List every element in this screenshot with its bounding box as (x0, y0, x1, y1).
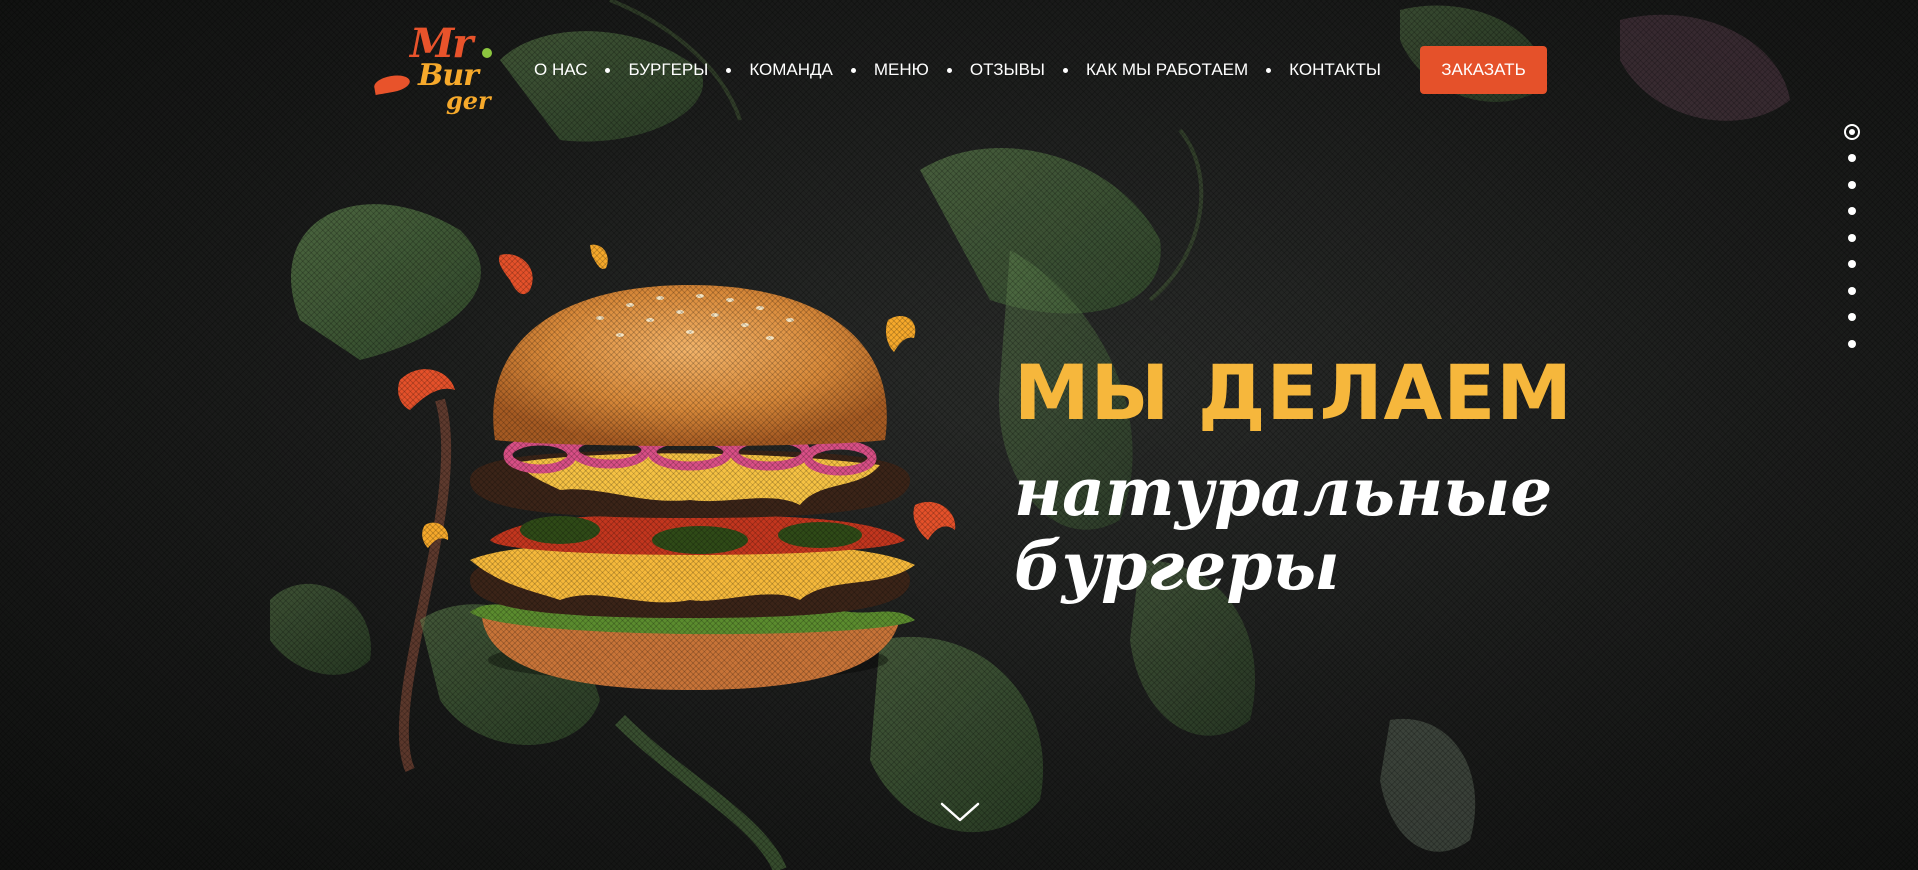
pager-dot-6[interactable] (1848, 260, 1856, 268)
pager-dot-2[interactable] (1848, 154, 1856, 162)
pager-dot-4[interactable] (1848, 207, 1856, 215)
nav-separator (946, 67, 952, 73)
logo-splash (372, 72, 412, 96)
section-pagination (1842, 124, 1862, 366)
main-nav: О НАС БУРГЕРЫ КОМАНДА МЕНЮ ОТЗЫВЫ КАК МЫ… (534, 46, 1381, 94)
hero-subtitle-line1: натуральные (1014, 453, 1553, 531)
nav-item-about[interactable]: О НАС (534, 60, 587, 80)
burger-image (470, 285, 915, 690)
scroll-down-button[interactable] (938, 796, 982, 826)
pager-dot-9[interactable] (1848, 339, 1856, 348)
nav-item-contacts[interactable]: КОНТАКТЫ (1289, 60, 1381, 80)
pager-dot-3[interactable] (1848, 180, 1856, 189)
hero-subtitle-line2: бургеры (1014, 527, 1340, 605)
logo-text-line3: ger (446, 86, 491, 115)
pager-dot-5[interactable] (1848, 233, 1856, 242)
nav-separator (605, 67, 611, 73)
nav-separator (1062, 67, 1068, 73)
nav-item-how-we-work[interactable]: КАК МЫ РАБОТАЕМ (1086, 60, 1248, 80)
order-button[interactable]: ЗАКАЗАТЬ (1420, 46, 1547, 94)
nav-item-burgers[interactable]: БУРГЕРЫ (628, 60, 708, 80)
logo-dot (482, 48, 492, 58)
nav-item-menu[interactable]: МЕНЮ (874, 60, 929, 80)
chevron-down-icon (940, 802, 980, 822)
nav-item-team[interactable]: КОМАНДА (749, 60, 833, 80)
nav-separator (850, 67, 856, 73)
brand-logo[interactable]: Mr Bur ger (368, 18, 498, 118)
pager-dot-1[interactable] (1844, 124, 1860, 140)
hero-title: МЫ ДЕЛАЕМ (1014, 348, 1573, 437)
nav-separator (1266, 67, 1272, 73)
pager-dot-8[interactable] (1848, 313, 1856, 321)
pager-dot-7[interactable] (1848, 286, 1856, 295)
nav-item-reviews[interactable]: ОТЗЫВЫ (970, 60, 1045, 80)
nav-separator (726, 67, 732, 73)
site-header: Mr Bur ger О НАС БУРГЕРЫ КОМАНДА МЕНЮ ОТ… (0, 0, 1918, 140)
hero-headline: МЫ ДЕЛАЕМ натуральные бургеры (1014, 348, 1573, 605)
